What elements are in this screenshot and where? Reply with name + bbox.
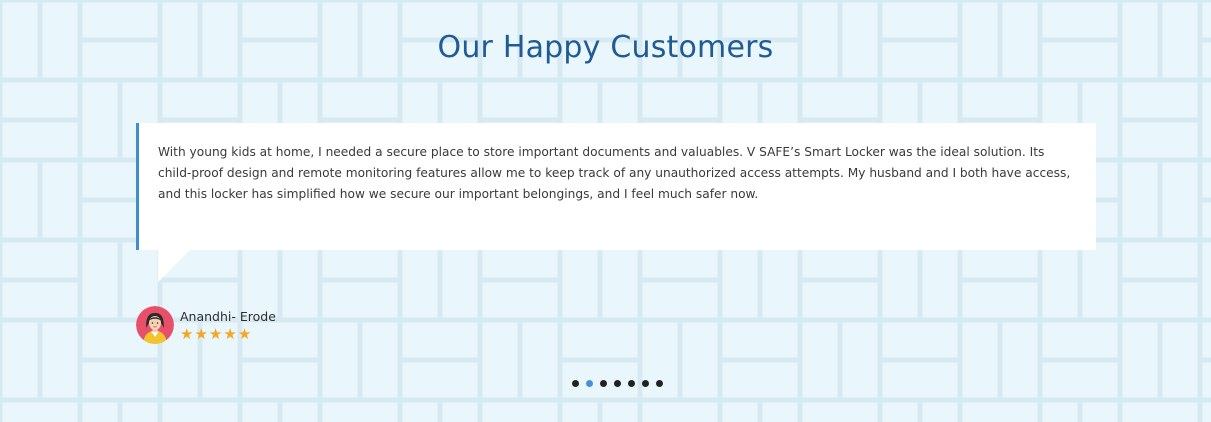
star-icon: ★ xyxy=(208,325,223,343)
carousel-dot-4[interactable] xyxy=(614,380,621,387)
carousel-dot-5[interactable] xyxy=(628,380,635,387)
woman-avatar-icon xyxy=(136,306,174,344)
speech-bubble-pointer xyxy=(158,249,191,282)
author-info: Anandhi- Erode ★ ★ ★ ★ ★ xyxy=(180,309,276,342)
author-name: Anandhi- Erode xyxy=(180,308,276,324)
testimonial-quote: With young kids at home, I needed a secu… xyxy=(158,145,1071,201)
star-icon: ★ xyxy=(223,325,237,343)
star-icon: ★ xyxy=(237,325,252,343)
star-icon: ★ xyxy=(180,325,194,343)
carousel-dot-7[interactable] xyxy=(656,380,663,387)
carousel-dot-3[interactable] xyxy=(600,380,607,387)
section-title: Our Happy Customers xyxy=(437,30,774,65)
testimonial-author: Anandhi- Erode ★ ★ ★ ★ ★ xyxy=(136,306,276,344)
carousel-dot-6[interactable] xyxy=(642,380,649,387)
carousel-dot-1[interactable] xyxy=(572,380,579,387)
carousel-dot-2[interactable] xyxy=(586,380,593,387)
carousel-pagination xyxy=(572,380,663,387)
testimonials-section: Our Happy Customers With young kids at h… xyxy=(0,0,1211,422)
star-rating: ★ ★ ★ ★ ★ xyxy=(180,327,276,342)
star-icon: ★ xyxy=(194,325,208,343)
testimonial-card: With young kids at home, I needed a secu… xyxy=(136,123,1096,250)
